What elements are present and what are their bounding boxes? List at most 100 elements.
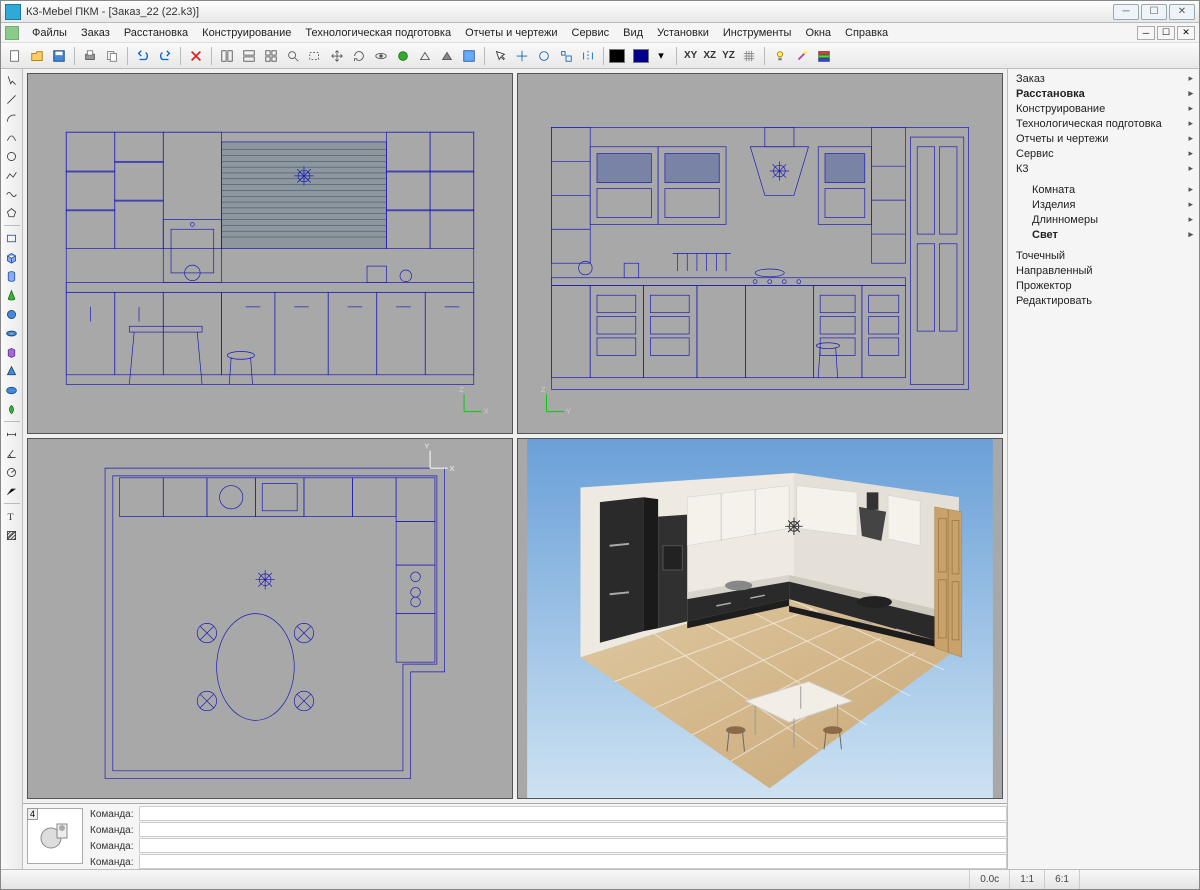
rp-tech-prep[interactable]: Технологическая подготовка▸ bbox=[1008, 116, 1199, 131]
rp-order[interactable]: Заказ▸ bbox=[1008, 71, 1199, 86]
menu-order[interactable]: Заказ bbox=[74, 25, 117, 41]
tb-undo[interactable] bbox=[133, 46, 153, 66]
tb-copy[interactable] bbox=[102, 46, 122, 66]
mdi-close[interactable]: ✕ bbox=[1177, 26, 1195, 40]
tb-grid[interactable] bbox=[739, 46, 759, 66]
vt-circle[interactable] bbox=[3, 147, 21, 165]
rp-products[interactable]: Изделия▸ bbox=[1008, 197, 1199, 212]
menu-tech-prep[interactable]: Технологическая подготовка bbox=[298, 25, 458, 41]
cmd-input-2[interactable] bbox=[139, 822, 1007, 837]
tb-mirror[interactable] bbox=[578, 46, 598, 66]
color-swatch-2[interactable] bbox=[633, 49, 649, 63]
vt-leader[interactable] bbox=[3, 482, 21, 500]
menu-help[interactable]: Справка bbox=[838, 25, 895, 41]
vt-polyline[interactable] bbox=[3, 166, 21, 184]
vt-spline[interactable] bbox=[3, 185, 21, 203]
vt-pyramid[interactable] bbox=[3, 362, 21, 380]
tb-print[interactable] bbox=[80, 46, 100, 66]
tb-view1[interactable] bbox=[217, 46, 237, 66]
mdi-minimize[interactable]: ─ bbox=[1137, 26, 1155, 40]
rp-light[interactable]: Свет▸ bbox=[1008, 227, 1199, 242]
menu-tools[interactable]: Инструменты bbox=[716, 25, 799, 41]
vt-dim[interactable] bbox=[3, 425, 21, 443]
tb-delete[interactable] bbox=[186, 46, 206, 66]
tb-open[interactable] bbox=[27, 46, 47, 66]
vt-line[interactable] bbox=[3, 90, 21, 108]
rp-spotlight[interactable]: Прожектор bbox=[1008, 278, 1199, 293]
window-close[interactable]: ✕ bbox=[1169, 4, 1195, 20]
vt-sphere[interactable] bbox=[3, 305, 21, 323]
vt-angle[interactable] bbox=[3, 444, 21, 462]
vt-rect[interactable] bbox=[3, 229, 21, 247]
color-swatch-1[interactable] bbox=[609, 49, 625, 63]
tb-new[interactable] bbox=[5, 46, 25, 66]
rp-service[interactable]: Сервис▸ bbox=[1008, 146, 1199, 161]
tb-pan[interactable] bbox=[327, 46, 347, 66]
vt-cone[interactable] bbox=[3, 286, 21, 304]
viewport-3d[interactable] bbox=[517, 438, 1003, 799]
menu-construction[interactable]: Конструирование bbox=[195, 25, 298, 41]
axis-xy-label[interactable]: XY bbox=[682, 50, 699, 61]
vt-torus[interactable] bbox=[3, 324, 21, 342]
cmd-input-1[interactable] bbox=[139, 806, 1007, 821]
vt-cylinder[interactable] bbox=[3, 267, 21, 285]
tb-render[interactable] bbox=[393, 46, 413, 66]
tb-orbit[interactable] bbox=[371, 46, 391, 66]
vt-revolve[interactable] bbox=[3, 400, 21, 418]
tb-dropdown[interactable]: ▾ bbox=[651, 46, 671, 66]
window-minimize[interactable]: ─ bbox=[1113, 4, 1139, 20]
menu-files[interactable]: Файлы bbox=[25, 25, 74, 41]
vt-radius[interactable] bbox=[3, 463, 21, 481]
menu-arrangement[interactable]: Расстановка bbox=[117, 25, 195, 41]
axis-yz-label[interactable]: YZ bbox=[720, 50, 737, 61]
viewport-front[interactable]: XZ bbox=[27, 73, 513, 434]
viewport-top[interactable]: XY bbox=[27, 438, 513, 799]
vt-polygon[interactable] bbox=[3, 204, 21, 222]
rp-k3[interactable]: К3▸ bbox=[1008, 161, 1199, 176]
axis-xz-label[interactable]: XZ bbox=[701, 50, 718, 61]
rp-longs[interactable]: Длинномеры▸ bbox=[1008, 212, 1199, 227]
menu-view[interactable]: Вид bbox=[616, 25, 650, 41]
rp-reports[interactable]: Отчеты и чертежи▸ bbox=[1008, 131, 1199, 146]
cmd-input-4[interactable] bbox=[139, 854, 1007, 869]
rp-room[interactable]: Комната▸ bbox=[1008, 182, 1199, 197]
rp-directional-light[interactable]: Направленный bbox=[1008, 263, 1199, 278]
tb-redo[interactable] bbox=[155, 46, 175, 66]
menu-reports[interactable]: Отчеты и чертежи bbox=[458, 25, 564, 41]
tb-layers[interactable] bbox=[814, 46, 834, 66]
tb-shade[interactable] bbox=[437, 46, 457, 66]
vt-pointer[interactable] bbox=[3, 71, 21, 89]
tb-texture[interactable] bbox=[459, 46, 479, 66]
tb-scale[interactable] bbox=[556, 46, 576, 66]
tb-view2[interactable] bbox=[239, 46, 259, 66]
command-thumbnail[interactable] bbox=[27, 808, 83, 864]
vt-text[interactable]: T bbox=[3, 507, 21, 525]
rp-construction[interactable]: Конструирование▸ bbox=[1008, 101, 1199, 116]
tb-save[interactable] bbox=[49, 46, 69, 66]
tb-wireframe[interactable] bbox=[415, 46, 435, 66]
rp-arrangement[interactable]: Расстановка▸ bbox=[1008, 86, 1199, 101]
tb-rotate[interactable] bbox=[349, 46, 369, 66]
menu-service[interactable]: Сервис bbox=[565, 25, 617, 41]
rp-point-light[interactable]: Точечный bbox=[1008, 248, 1199, 263]
vt-curve[interactable] bbox=[3, 128, 21, 146]
rp-edit-light[interactable]: Редактировать bbox=[1008, 293, 1199, 308]
tb-zoom-window[interactable] bbox=[305, 46, 325, 66]
vt-ellipsoid[interactable] bbox=[3, 381, 21, 399]
viewport-side[interactable]: YZ bbox=[517, 73, 1003, 434]
tb-lamp[interactable] bbox=[770, 46, 790, 66]
tb-rotate2[interactable] bbox=[534, 46, 554, 66]
tb-zoom-fit[interactable] bbox=[283, 46, 303, 66]
vt-box[interactable] bbox=[3, 248, 21, 266]
vt-arc[interactable] bbox=[3, 109, 21, 127]
mdi-restore[interactable]: ☐ bbox=[1157, 26, 1175, 40]
menu-windows[interactable]: Окна bbox=[798, 25, 838, 41]
menu-settings[interactable]: Установки bbox=[650, 25, 716, 41]
tb-view3[interactable] bbox=[261, 46, 281, 66]
tb-select[interactable] bbox=[490, 46, 510, 66]
vt-hatch[interactable] bbox=[3, 526, 21, 544]
window-maximize[interactable]: ☐ bbox=[1141, 4, 1167, 20]
tb-move[interactable] bbox=[512, 46, 532, 66]
vt-prism[interactable] bbox=[3, 343, 21, 361]
cmd-input-3[interactable] bbox=[139, 838, 1007, 853]
